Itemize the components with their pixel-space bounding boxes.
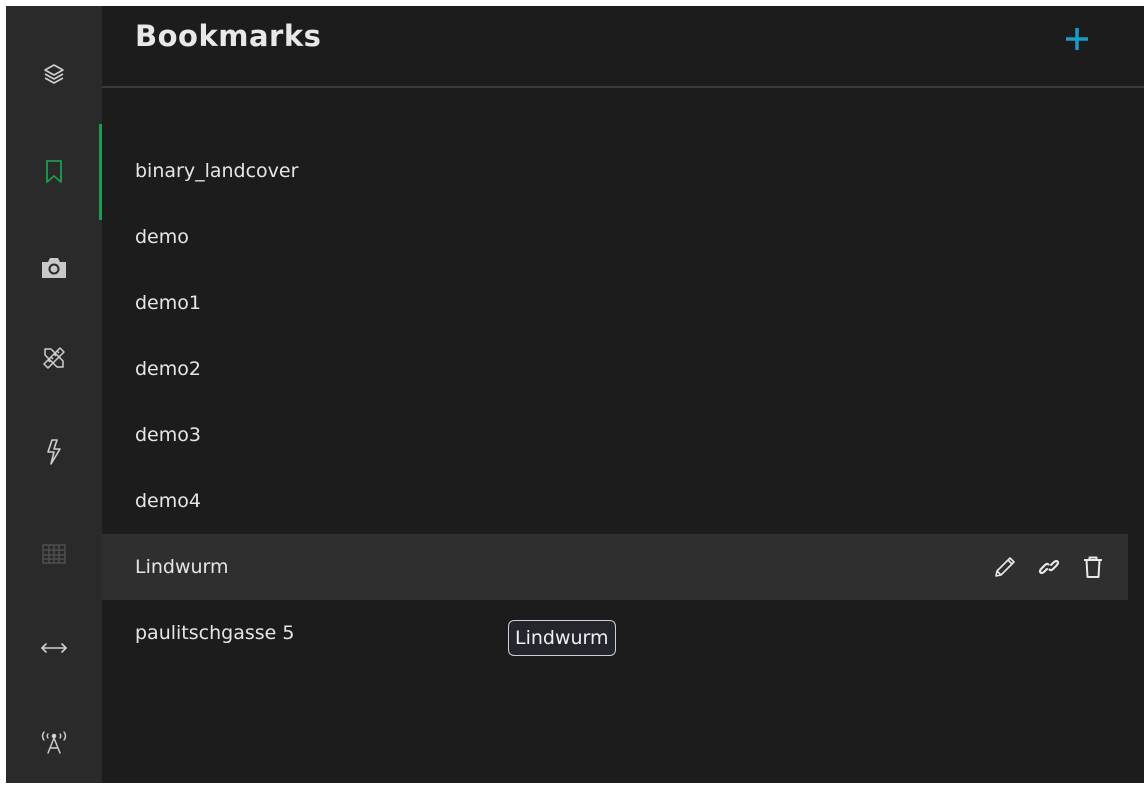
sidebar-item-grid[interactable] <box>6 506 102 602</box>
bookmark-label: demo2 <box>135 358 201 380</box>
bookmark-actions <box>992 554 1106 580</box>
trash-icon <box>1080 554 1106 580</box>
add-bookmark-button[interactable] <box>1062 24 1092 54</box>
bookmark-list: binary_landcover demo demo1 demo2 demo3 … <box>102 138 1144 666</box>
plus-icon <box>1062 28 1092 58</box>
tooltip: Lindwurm <box>508 620 616 656</box>
sidebar <box>6 6 102 783</box>
app-window: Bookmarks binary_landcover demo demo1 de… <box>6 6 1144 783</box>
share-link-button[interactable] <box>1036 554 1062 580</box>
broadcast-antenna-icon <box>39 729 69 755</box>
list-item[interactable]: binary_landcover <box>102 138 1128 204</box>
arrows-horizontal-icon <box>39 641 69 655</box>
sidebar-item-screenshot[interactable] <box>6 220 102 316</box>
bookmark-label: demo1 <box>135 292 201 314</box>
sidebar-item-actions[interactable] <box>6 404 102 500</box>
list-item[interactable]: demo1 <box>102 270 1128 336</box>
sidebar-item-measure[interactable] <box>6 310 102 406</box>
sidebar-item-layers[interactable] <box>6 26 102 122</box>
bookmarks-panel: Bookmarks binary_landcover demo demo1 de… <box>102 6 1144 783</box>
link-icon <box>1036 554 1062 580</box>
sidebar-item-sensors[interactable] <box>6 694 102 790</box>
bookmark-label: demo3 <box>135 424 201 446</box>
bookmark-label: binary_landcover <box>135 160 299 182</box>
sidebar-item-bookmarks[interactable] <box>6 124 102 220</box>
bookmark-label: demo <box>135 226 189 248</box>
list-item[interactable]: demo3 <box>102 402 1128 468</box>
layers-icon <box>42 62 66 86</box>
list-item[interactable]: demo <box>102 204 1128 270</box>
edit-bookmark-button[interactable] <box>992 554 1018 580</box>
sidebar-item-compare[interactable] <box>6 600 102 696</box>
panel-header: Bookmarks <box>102 6 1144 88</box>
list-item-hovered[interactable]: Lindwurm <box>102 534 1128 600</box>
list-item[interactable]: demo4 <box>102 468 1128 534</box>
list-item[interactable]: demo2 <box>102 336 1128 402</box>
ruler-pencil-icon <box>41 345 67 371</box>
delete-bookmark-button[interactable] <box>1080 554 1106 580</box>
lightning-icon <box>43 438 65 466</box>
bookmark-label: paulitschgasse 5 <box>135 622 295 644</box>
bookmark-label: demo4 <box>135 490 201 512</box>
grid-table-icon <box>41 543 67 565</box>
camera-icon <box>39 255 69 281</box>
bookmark-label: Lindwurm <box>135 556 229 578</box>
panel-title: Bookmarks <box>135 19 322 53</box>
bookmark-icon <box>42 158 66 186</box>
pencil-icon <box>992 554 1018 580</box>
